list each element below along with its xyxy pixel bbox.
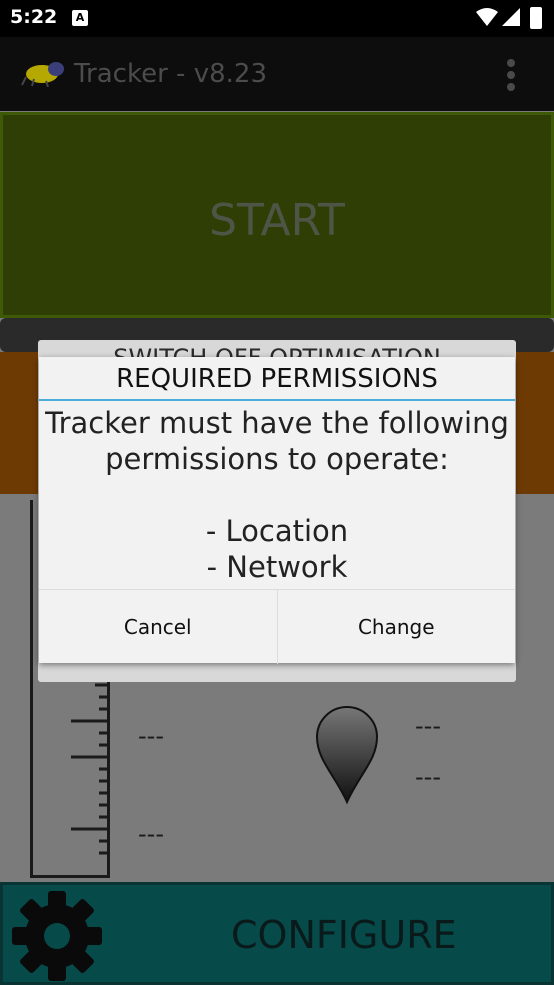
- battery-icon: [530, 7, 542, 29]
- readout-right-bottom: ---: [415, 763, 441, 791]
- configure-label: CONFIGURE: [231, 913, 457, 957]
- bee-logo-icon: [21, 62, 64, 87]
- signal-icon: [502, 8, 520, 26]
- readout-left-bottom: ---: [138, 820, 164, 848]
- configure-button[interactable]: CONFIGURE: [0, 882, 554, 985]
- app-title: Tracker - v8.23: [74, 59, 267, 89]
- dialog-title: REQUIRED PERMISSIONS: [116, 364, 438, 394]
- dialog-message-line: Tracker must have the following: [45, 406, 509, 440]
- dialog-message-line: [39, 477, 515, 513]
- readout-right-top: ---: [415, 712, 441, 740]
- dialog-message-line: - Network: [206, 550, 348, 584]
- wifi-icon: [476, 8, 498, 26]
- location-pin-icon: [315, 706, 379, 805]
- dialog-message-line: - Location: [205, 514, 349, 548]
- app-bar: Tracker - v8.23: [0, 37, 554, 111]
- gear-icon: [12, 891, 102, 981]
- start-label: START: [209, 195, 345, 246]
- permissions-dialog: REQUIRED PERMISSIONS Tracker must have t…: [39, 357, 515, 664]
- status-bar: 5:22 A: [0, 0, 554, 37]
- readout-left-top: ---: [138, 722, 164, 750]
- start-button[interactable]: START: [0, 112, 554, 318]
- overflow-menu-icon[interactable]: [505, 59, 517, 95]
- cancel-button[interactable]: Cancel: [39, 590, 277, 664]
- change-button[interactable]: Change: [276, 590, 516, 664]
- dialog-message-line: permissions to operate:: [105, 442, 449, 476]
- dialog-message: Tracker must have the following permissi…: [39, 401, 515, 591]
- notification-a-icon: A: [72, 10, 88, 26]
- dialog-buttons: Cancel Change: [39, 589, 515, 664]
- status-time: 5:22: [10, 6, 58, 28]
